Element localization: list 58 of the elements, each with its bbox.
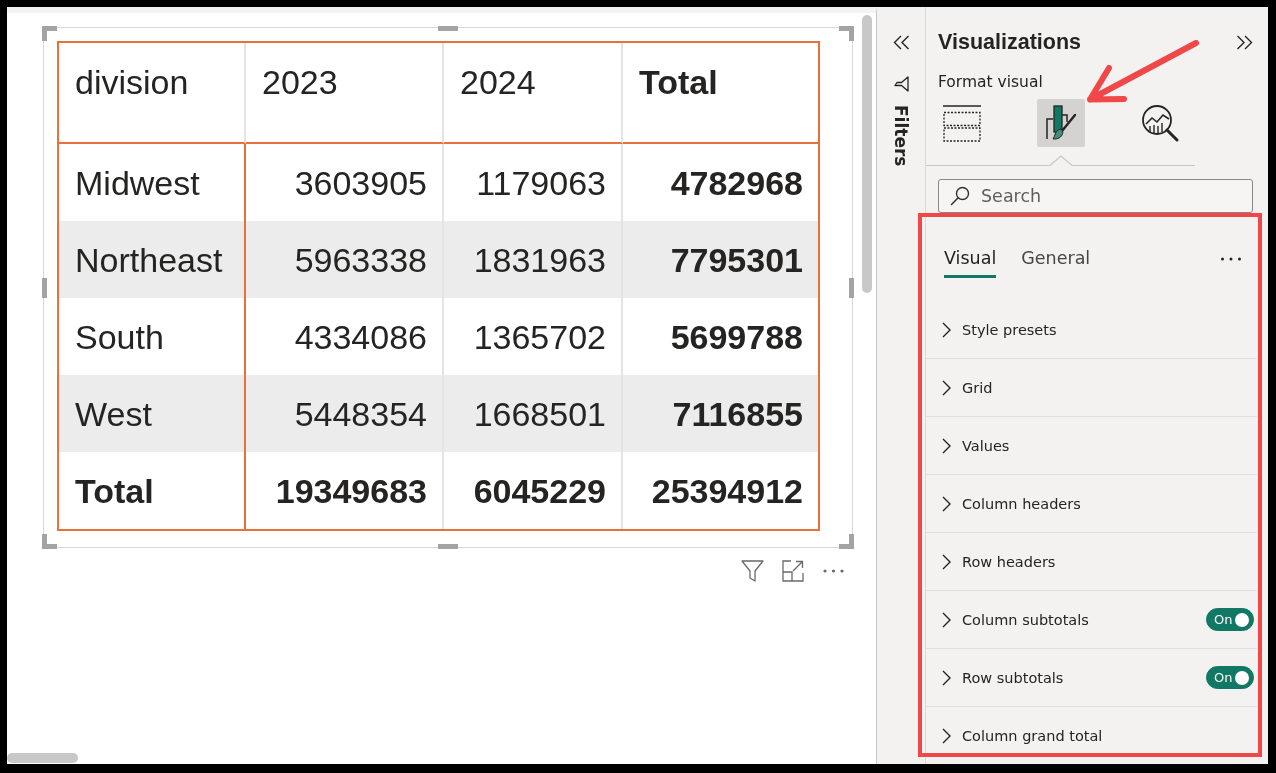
more-options-icon[interactable] [1220, 256, 1242, 262]
table-cell-text: 5699788 [669, 316, 804, 358]
resize-handle[interactable] [849, 277, 854, 298]
toggle-knob-icon [1235, 670, 1249, 685]
table-cell: 6045229 [444, 452, 623, 529]
resize-handle[interactable] [438, 26, 458, 31]
table-cell: 19349683 [246, 452, 444, 529]
magnifier-chart-icon [1141, 104, 1179, 142]
resize-handle[interactable] [438, 544, 458, 549]
row-header: Total [59, 452, 246, 529]
section-header[interactable]: Column headers [942, 494, 1081, 513]
table-cell: 5448354 [246, 375, 444, 452]
row-header: West [59, 375, 246, 452]
resize-handle[interactable] [42, 534, 57, 549]
divider-caret-icon [926, 155, 1195, 167]
toggle-switch[interactable]: On [1206, 608, 1254, 631]
resize-handle[interactable] [839, 534, 854, 549]
toggle-knob-icon [1235, 612, 1249, 627]
pane-title: Visualizations [938, 29, 1081, 55]
format-visual-tab[interactable] [1037, 99, 1085, 147]
toggle-switch[interactable]: On [1206, 666, 1254, 689]
focus-mode-icon[interactable] [782, 560, 804, 582]
tab[interactable]: Visual [944, 247, 997, 278]
table-cell: 1668501 [444, 375, 623, 452]
pane-subtitle: Format visual [938, 72, 1044, 92]
table-cell-text: 4782968 [669, 162, 804, 204]
search-field[interactable]: Search [938, 179, 1253, 213]
search-icon [950, 186, 970, 206]
column-header: Total [623, 43, 818, 144]
section-header[interactable]: Values [942, 436, 1010, 455]
resize-handle[interactable] [839, 26, 854, 41]
section-header[interactable]: Row headers [942, 552, 1056, 571]
column-header: 2023 [246, 43, 444, 144]
horizontal-scrollbar[interactable] [7, 753, 78, 763]
table-cell: 7116855 [623, 375, 818, 452]
table-cell-text: 25394912 [650, 470, 804, 512]
section-header[interactable]: Style presets [942, 320, 1057, 339]
row-header: Northeast [59, 221, 246, 298]
table-cell: 5963338 [246, 221, 444, 298]
section-header[interactable]: Row subtotals [942, 668, 1064, 687]
section-header[interactable]: Column subtotals [942, 610, 1089, 629]
dashed-rows-icon [943, 104, 981, 142]
vertical-scrollbar[interactable] [862, 15, 872, 293]
resize-handle[interactable] [42, 26, 57, 41]
table-cell: 7795301 [623, 221, 818, 298]
filter-icon[interactable] [741, 560, 764, 582]
section-header[interactable]: Column grand total [942, 726, 1103, 745]
resize-handle[interactable] [42, 277, 47, 298]
chevron-double-right-icon[interactable] [1236, 34, 1253, 50]
section-header[interactable]: Grid [942, 378, 993, 397]
table-cell: 1831963 [444, 221, 623, 298]
filters-pane-label[interactable]: Filters [891, 105, 911, 167]
filter-icon [892, 76, 910, 92]
chevron-double-left-icon[interactable] [892, 35, 910, 50]
column-header: division [59, 43, 246, 144]
column-header: 2024 [444, 43, 623, 144]
brush-chart-icon [1045, 105, 1077, 141]
tab[interactable]: General [1021, 247, 1091, 278]
